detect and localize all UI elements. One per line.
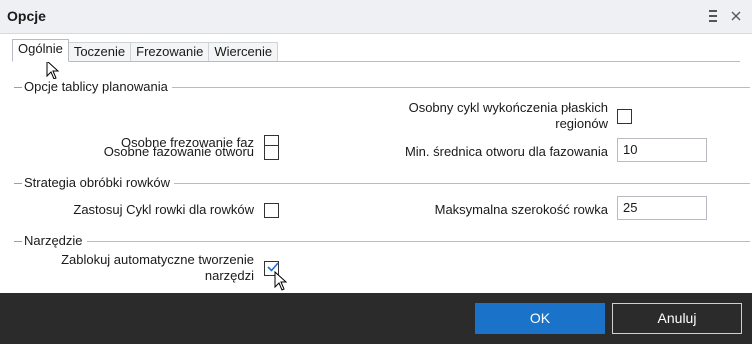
section-label-grooves: Strategia obróbki rowków bbox=[14, 175, 174, 191]
label-apply-groove-cycle: Zastosuj Cykl rowki dla rowków bbox=[73, 202, 254, 217]
label-separate-finish-cycle-line2: regionów bbox=[555, 116, 608, 131]
section-label-planning: Opcje tablicy planowania bbox=[14, 79, 172, 95]
section-label-tools: Narzędzie bbox=[14, 233, 87, 249]
label-block-auto-tool-line1: Zablokuj automatyczne tworzenie bbox=[61, 252, 254, 267]
close-icon[interactable] bbox=[727, 7, 745, 25]
checkbox-apply-groove-cycle[interactable] bbox=[264, 203, 279, 218]
mouse-cursor-icon bbox=[46, 60, 60, 80]
tab-turning[interactable]: Toczenie bbox=[68, 42, 132, 62]
ok-button[interactable]: OK bbox=[475, 303, 605, 334]
dialog-footer: OK Anuluj bbox=[0, 293, 752, 344]
window-title: Opcje bbox=[7, 8, 46, 24]
tab-drilling[interactable]: Wiercenie bbox=[209, 42, 279, 62]
mouse-cursor-icon bbox=[274, 271, 288, 291]
min-hole-diameter-input[interactable]: 10 bbox=[617, 138, 707, 162]
menu-lines-icon[interactable] bbox=[704, 7, 722, 25]
tab-panel-border bbox=[12, 61, 740, 62]
tab-strip: Ogólnie Toczenie Frezowanie Wiercenie bbox=[12, 39, 279, 62]
title-bar: Opcje bbox=[0, 0, 752, 34]
checkbox-separate-finish-cycle[interactable] bbox=[617, 109, 632, 124]
label-separate-hole-chamfer: Osobne fazowanie otworu bbox=[103, 144, 254, 159]
label-block-auto-tool-line2: narzędzi bbox=[204, 268, 254, 283]
section-tools: Narzędzie bbox=[14, 233, 750, 249]
section-planning: Opcje tablicy planowania bbox=[14, 79, 750, 95]
section-grooves: Strategia obróbki rowków bbox=[14, 175, 750, 191]
label-separate-finish-cycle-line1: Osobny cykl wykończenia płaskich bbox=[408, 100, 608, 115]
max-groove-width-input[interactable]: 25 bbox=[617, 196, 707, 220]
tab-general[interactable]: Ogólnie bbox=[12, 39, 69, 62]
checkbox-separate-hole-chamfer[interactable] bbox=[264, 145, 279, 160]
label-min-hole-diameter: Min. średnica otworu dla fazowania bbox=[404, 144, 608, 159]
cancel-button[interactable]: Anuluj bbox=[612, 303, 742, 334]
divider bbox=[14, 241, 750, 242]
label-max-groove-width: Maksymalna szerokość rowka bbox=[434, 202, 608, 217]
tab-milling[interactable]: Frezowanie bbox=[131, 42, 210, 62]
